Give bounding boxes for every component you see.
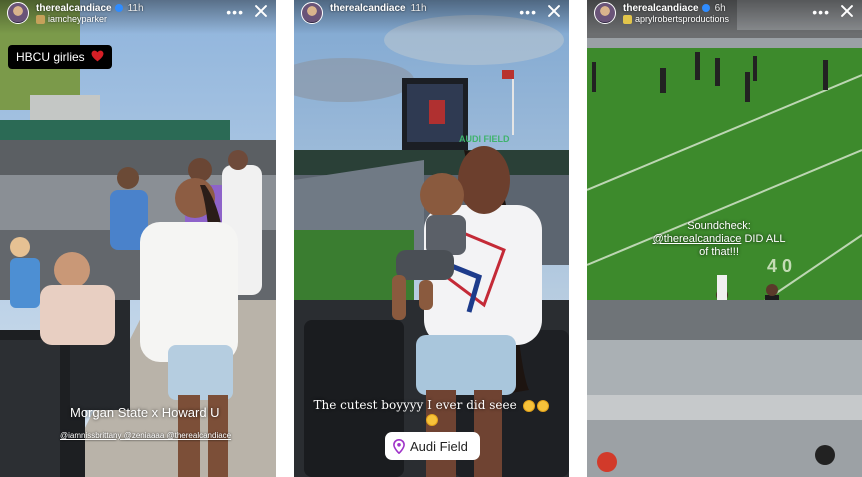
smiling-hearts-emoji-icon — [536, 399, 549, 412]
subline-text: aprylrobertsproductions — [635, 14, 730, 24]
caption-text: The cutest boyyyy I ever did seee — [313, 398, 517, 412]
story-subline[interactable]: iamcheyparker — [36, 14, 108, 25]
username-text: therealcandiace — [330, 3, 406, 14]
verified-badge-icon — [701, 4, 710, 13]
smiling-hearts-emoji-icon — [522, 399, 535, 412]
story-card-soundcheck[interactable]: 4 0 therealcandiace 6h aprylrobertsproduc… — [587, 0, 862, 477]
avatar[interactable] — [594, 2, 616, 24]
text-sticker: HBCU girlies — [8, 45, 113, 69]
sticker-text: HBCU girlies — [16, 50, 85, 64]
more-horizontal-icon[interactable]: ••• — [226, 4, 244, 20]
verified-badge-icon — [114, 4, 123, 13]
story-time: 11h — [410, 3, 427, 14]
story-subline[interactable]: aprylrobertsproductions — [623, 14, 730, 25]
story-caption: Soundcheck: @therealcandiace DID ALL of … — [649, 220, 789, 259]
heart-icon — [91, 50, 104, 62]
close-icon[interactable] — [838, 2, 856, 20]
smiling-hearts-emoji-icon — [426, 413, 438, 426]
collab-avatar-icon — [36, 15, 45, 25]
caption-prefix: Soundcheck: — [687, 220, 751, 232]
yard-marker: 4 0 — [767, 256, 792, 276]
story-card-audi-field[interactable]: AUDI FIELD therealcandiace 11h ••• The cu… — [294, 0, 569, 477]
location-name: Audi Field — [410, 438, 468, 454]
more-horizontal-icon[interactable]: ••• — [519, 4, 537, 20]
story-username[interactable]: therealcandiace 6h — [623, 3, 726, 14]
location-sticker[interactable]: Audi Field — [385, 432, 480, 460]
username-text: therealcandiace — [623, 3, 699, 14]
story-username[interactable]: therealcandiace 11h — [36, 3, 144, 14]
story-card-hbcu[interactable]: therealcandiace 11h iamcheyparker ••• HBC… — [0, 0, 276, 477]
username-text: therealcandiace — [36, 3, 112, 14]
story-header: therealcandiace 11h ••• — [294, 0, 569, 34]
story-header: therealcandiace 11h iamcheyparker ••• — [0, 0, 276, 34]
story-time: 6h — [714, 3, 726, 14]
caption-mention[interactable]: @therealcandiace — [653, 233, 742, 245]
close-icon[interactable] — [252, 2, 270, 20]
avatar[interactable] — [7, 2, 29, 24]
story-header: therealcandiace 6h aprylrobertsproduction… — [587, 0, 862, 34]
collab-avatar-icon — [623, 15, 632, 25]
more-horizontal-icon[interactable]: ••• — [812, 4, 830, 20]
subline-text: iamcheyparker — [48, 14, 108, 24]
story-username[interactable]: therealcandiace 11h — [330, 3, 427, 14]
close-icon[interactable] — [545, 2, 563, 20]
location-pin-icon — [393, 438, 405, 454]
mention-sticker[interactable]: @iamnissbrittany @zeniaaaa @therealcandi… — [60, 431, 231, 440]
story-caption: The cutest boyyyy I ever did seee — [306, 398, 556, 426]
story-time: 11h — [127, 3, 144, 14]
avatar[interactable] — [301, 2, 323, 24]
venue-sign: AUDI FIELD — [459, 134, 510, 144]
story-caption: Morgan State x Howard U — [70, 405, 220, 420]
